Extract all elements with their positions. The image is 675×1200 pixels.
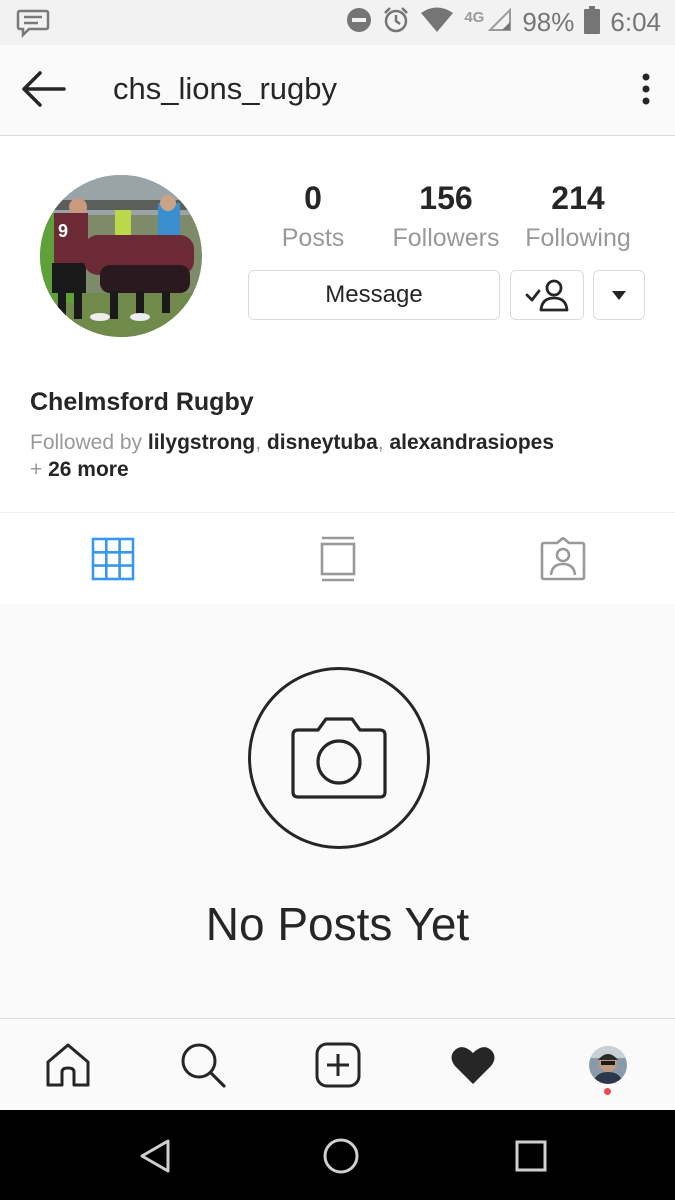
profile-avatar[interactable]: 9 (40, 175, 202, 337)
stat-following-value: 214 (551, 180, 605, 216)
network-type: 4G (464, 9, 485, 26)
profile-header: chs_lions_rugby (0, 45, 675, 136)
following-button[interactable] (510, 270, 584, 320)
separator: , (377, 431, 390, 454)
system-recents-button[interactable] (507, 1132, 555, 1180)
tab-feed[interactable] (225, 513, 450, 604)
grid-icon (91, 537, 134, 580)
profile-section: 9 0 Posts 156 Followers 214 Following Me… (0, 136, 675, 512)
display-name: Chelmsford Rugby (30, 388, 254, 416)
stat-following[interactable]: 214 Following (513, 180, 643, 253)
signal-icon (487, 7, 512, 37)
profile-icon (588, 1046, 627, 1084)
empty-state-title: No Posts Yet (205, 898, 470, 950)
system-navigation-bar (0, 1110, 675, 1200)
header-username: chs_lions_rugby (113, 71, 338, 106)
stat-following-label: Following (525, 224, 631, 252)
separator: , (255, 431, 267, 454)
home-circle-icon (323, 1138, 359, 1174)
recents-square-icon (515, 1140, 547, 1172)
nav-home[interactable] (0, 1019, 135, 1111)
follower-link[interactable]: alexandrasiopes (389, 431, 554, 454)
battery-percent: 98% (522, 7, 575, 37)
do-not-disturb-icon (346, 7, 372, 38)
more-vertical-icon (642, 73, 650, 105)
followed-by-text[interactable]: Followed by lilygstrong, disneytuba, ale… (30, 429, 650, 483)
add-post-icon (315, 1042, 360, 1088)
camera-icon (291, 717, 387, 799)
follower-link[interactable]: disneytuba (267, 431, 378, 454)
home-icon (46, 1043, 89, 1087)
more-options-button[interactable] (639, 69, 653, 109)
camera-circle (248, 667, 430, 849)
following-check-icon (525, 279, 569, 312)
wifi-icon (420, 7, 454, 38)
followed-by-prefix: Followed by (30, 431, 148, 454)
feed-icon (320, 536, 355, 581)
stat-posts-value: 0 (304, 180, 322, 216)
caret-down-icon (612, 291, 626, 300)
empty-posts-state: No Posts Yet (0, 604, 675, 1018)
stat-followers-label: Followers (392, 224, 500, 252)
stat-posts-label: Posts (281, 224, 345, 252)
heart-icon (451, 1047, 494, 1084)
battery-icon (584, 6, 601, 39)
stat-posts: 0 Posts (248, 180, 378, 253)
more-followers-link[interactable]: 26 more (48, 458, 129, 481)
back-button[interactable] (18, 67, 70, 111)
message-notification-icon (16, 8, 50, 43)
stat-followers[interactable]: 156 Followers (381, 180, 511, 253)
follower-link[interactable]: lilygstrong (148, 431, 255, 454)
svg-text:9: 9 (58, 221, 68, 241)
system-home-button[interactable] (317, 1132, 365, 1180)
status-bar: 4G 98% 6:04 (0, 0, 675, 45)
notification-dot (604, 1088, 611, 1095)
tab-grid[interactable] (0, 513, 225, 604)
back-arrow-icon (22, 71, 66, 107)
alarm-icon (382, 6, 410, 39)
more-prefix: + (30, 458, 49, 481)
nav-activity[interactable] (405, 1019, 540, 1111)
profile-tabs (0, 512, 675, 605)
back-triangle-icon (140, 1139, 170, 1173)
suggestions-dropdown-button[interactable] (593, 270, 645, 320)
nav-search[interactable] (135, 1019, 270, 1111)
search-icon (181, 1043, 226, 1088)
system-back-button[interactable] (131, 1132, 179, 1180)
nav-profile[interactable] (540, 1019, 675, 1111)
nav-add-post[interactable] (270, 1019, 405, 1111)
bottom-nav (0, 1018, 675, 1111)
rugby-scrum-photo: 9 (40, 175, 202, 337)
stat-followers-value: 156 (419, 180, 473, 216)
message-button[interactable]: Message (248, 270, 500, 320)
clock: 6:04 (610, 7, 661, 37)
tab-tagged[interactable] (450, 513, 675, 604)
tagged-icon (540, 536, 585, 580)
